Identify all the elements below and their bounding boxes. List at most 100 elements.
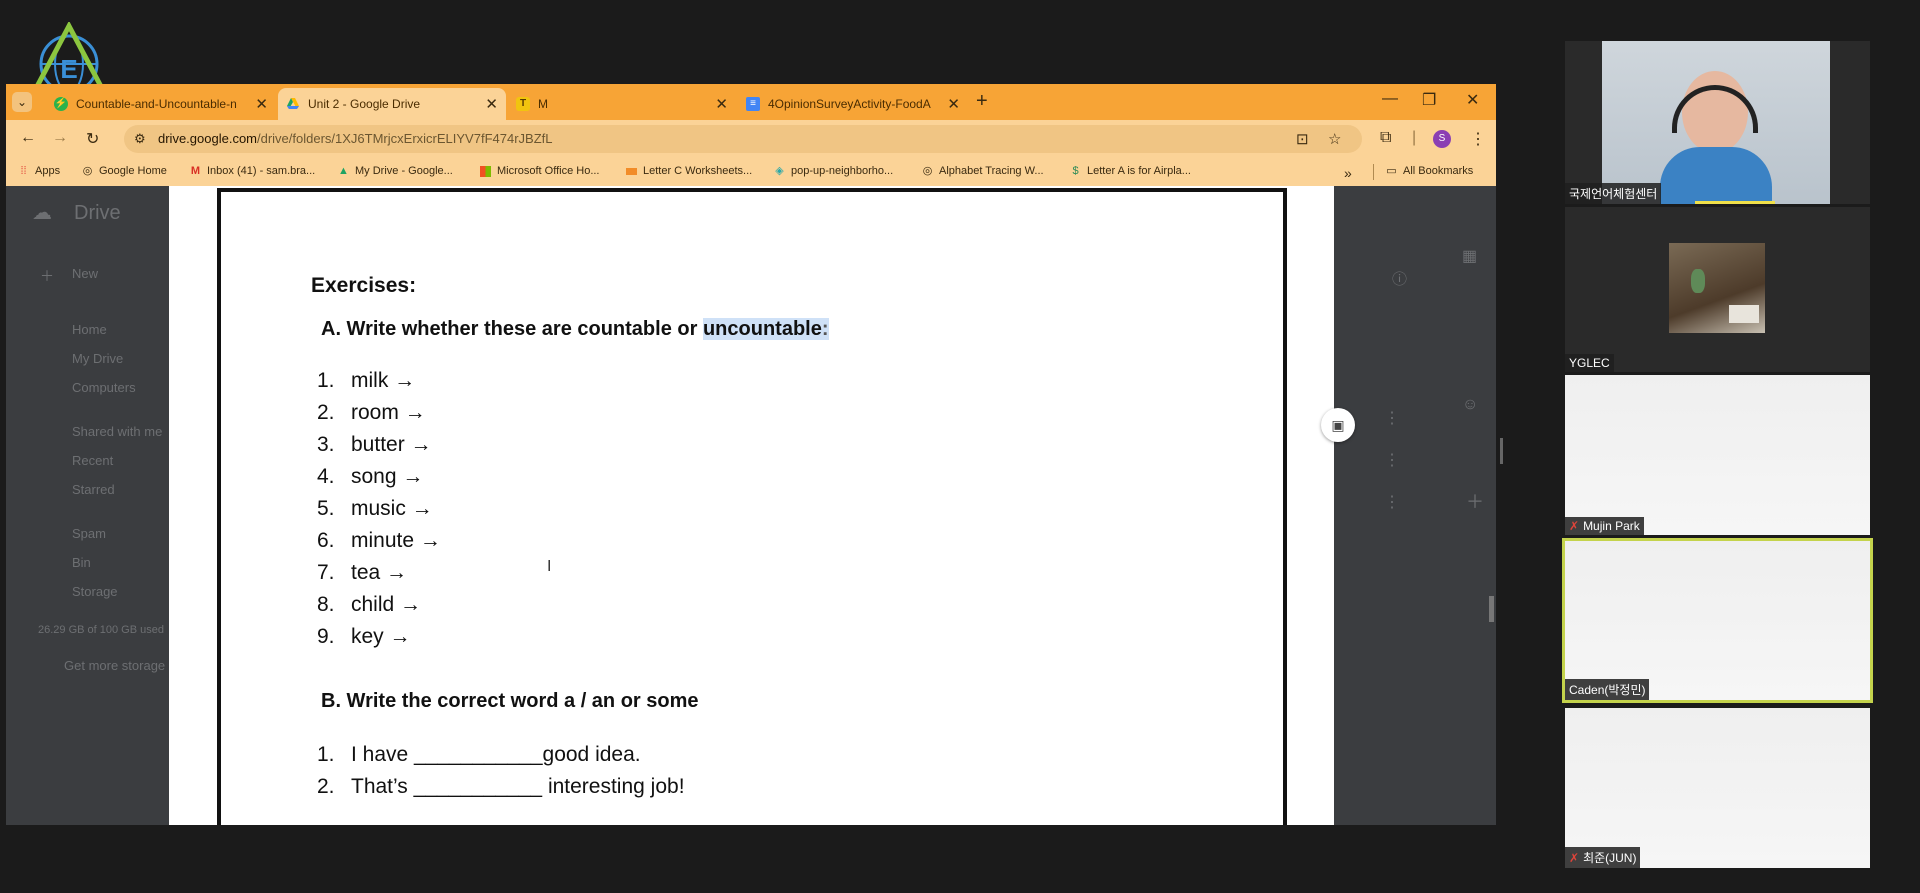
- participant-video: [1602, 41, 1830, 204]
- participant-avatar-image: [1669, 243, 1765, 333]
- add-addon-icon[interactable]: ＋: [1466, 488, 1484, 514]
- sidebar-item-storage[interactable]: Storage: [72, 584, 118, 599]
- muted-mic-icon: ✗: [1569, 519, 1580, 533]
- sidebar-item-my-drive[interactable]: My Drive: [72, 351, 123, 366]
- more-options-icon[interactable]: ⋮: [1384, 492, 1400, 512]
- gmail-icon: M: [190, 164, 201, 177]
- close-icon[interactable]: ✕: [715, 95, 728, 113]
- forward-icon[interactable]: →: [52, 129, 68, 147]
- close-icon[interactable]: ✕: [485, 95, 498, 113]
- sidebar-item-computers[interactable]: Computers: [72, 380, 136, 395]
- page-content: ☁ Drive ＋ New Home My Drive Computers Sh…: [6, 186, 1496, 825]
- bookmark-letter-a[interactable]: $ Letter A is for Airpla...: [1070, 165, 1191, 177]
- list-item: 7. tea →: [317, 561, 408, 584]
- participant-name: Caden(박정민): [1565, 679, 1650, 700]
- toolbar-divider: |: [1412, 129, 1417, 146]
- tab-opinion-survey[interactable]: ≡ 4OpinionSurveyActivity-FoodA ✕: [738, 88, 968, 120]
- bookmark-my-drive[interactable]: ▲ My Drive - Google...: [338, 165, 453, 177]
- contacts-icon[interactable]: ☺: [1462, 396, 1478, 414]
- globe-icon: ◎: [82, 164, 93, 177]
- restore-icon[interactable]: ❐: [1422, 90, 1436, 110]
- bookmarks-divider: [1373, 164, 1374, 180]
- svg-text:E: E: [60, 54, 77, 84]
- tab-label: 4OpinionSurveyActivity-FoodA: [768, 97, 931, 111]
- bookmark-pop-up[interactable]: ◈ pop-up-neighborho...: [774, 165, 893, 177]
- add-comment-button[interactable]: ▣: [1321, 408, 1355, 442]
- browser-window: ⌄ ⚡ Countable-and-Uncountable-n ✕ Unit 2…: [6, 84, 1496, 825]
- more-options-icon[interactable]: ⋮: [1384, 450, 1400, 470]
- section-a-title: A. Write whether these are countable or …: [321, 318, 829, 340]
- list-item: 9. key →: [317, 625, 411, 648]
- muted-mic-icon: ✗: [1569, 851, 1580, 865]
- list-item: 4. song →: [317, 465, 424, 488]
- bookmark-microsoft-office[interactable]: Microsoft Office Ho...: [480, 165, 600, 177]
- minimize-icon[interactable]: —: [1382, 90, 1398, 108]
- google-drive-icon: ▲: [338, 164, 349, 177]
- google-docs-icon: ≡: [746, 97, 760, 111]
- text-cursor-icon: I: [547, 558, 552, 575]
- all-bookmarks[interactable]: ▭ All Bookmarks: [1386, 165, 1473, 177]
- extensions-icon[interactable]: ⧉: [1380, 129, 1391, 147]
- tab-google-drive[interactable]: Unit 2 - Google Drive ✕: [278, 88, 506, 120]
- speaking-indicator: [1695, 201, 1775, 204]
- profile-avatar[interactable]: S: [1433, 130, 1451, 148]
- participant-tile[interactable]: 국제언어체험센터: [1565, 41, 1870, 204]
- section-b-title: B. Write the correct word a / an or some: [321, 690, 699, 712]
- close-icon[interactable]: ✕: [255, 95, 268, 113]
- panel-resize-handle[interactable]: [1500, 438, 1503, 464]
- list-item: 1. I have ___________good idea.: [317, 743, 641, 766]
- scrollbar-thumb[interactable]: [1489, 596, 1494, 622]
- sidebar-item-starred[interactable]: Starred: [72, 482, 115, 497]
- participant-video-blurred: [1565, 708, 1870, 868]
- storage-usage: 26.29 GB of 100 GB used: [38, 624, 164, 636]
- bookmark-apps[interactable]: ⁞⁞ Apps: [18, 165, 60, 177]
- bookmark-letter-c[interactable]: Letter C Worksheets...: [626, 165, 752, 177]
- tab-countable[interactable]: ⚡ Countable-and-Uncountable-n ✕: [46, 88, 276, 120]
- bookmark-star-icon[interactable]: ☆: [1328, 130, 1341, 148]
- close-window-icon[interactable]: ✕: [1466, 90, 1479, 110]
- globe-icon: ◎: [922, 164, 933, 177]
- participant-tile[interactable]: ✗ 최준(JUN): [1565, 708, 1870, 868]
- calendar-icon[interactable]: ▦: [1462, 246, 1477, 266]
- site-info-icon[interactable]: ⚙: [134, 131, 146, 147]
- reload-icon[interactable]: ↻: [86, 129, 99, 149]
- info-icon[interactable]: ⓘ: [1392, 268, 1407, 289]
- microsoft-icon: [480, 165, 491, 177]
- money-icon: $: [1072, 164, 1079, 177]
- tab-search-button[interactable]: ⌄: [12, 92, 32, 112]
- exercises-heading: Exercises:: [311, 274, 417, 297]
- sidebar-item-shared[interactable]: Shared with me: [72, 424, 162, 439]
- bookmark-alphabet-tracing[interactable]: ◎ Alphabet Tracing W...: [922, 165, 1044, 177]
- sidebar-item-home[interactable]: Home: [72, 322, 107, 337]
- yellow-t-icon: T: [516, 97, 530, 111]
- participant-tile-active[interactable]: Caden(박정민): [1562, 538, 1873, 703]
- menu-kebab-icon[interactable]: ⋮: [1470, 129, 1486, 149]
- participant-name: 국제언어체험센터: [1565, 183, 1662, 204]
- list-item: 5. music →: [317, 497, 433, 520]
- orange-bookmark-icon: [626, 167, 637, 175]
- new-button[interactable]: New: [72, 266, 98, 281]
- list-item: 3. butter →: [317, 433, 432, 456]
- address-bar[interactable]: ⚙ drive.google.com/drive/folders/1XJ6TMr…: [124, 125, 1362, 153]
- more-options-icon[interactable]: ⋮: [1384, 408, 1400, 428]
- url-text: drive.google.com/drive/folders/1XJ6TMrjc…: [158, 131, 553, 146]
- participant-tile[interactable]: ✗ Mujin Park: [1565, 375, 1870, 535]
- participant-tile[interactable]: YGLEC: [1565, 207, 1870, 372]
- bookmark-google-home[interactable]: ◎ Google Home: [82, 165, 167, 177]
- close-icon[interactable]: ✕: [947, 95, 960, 113]
- bookmark-inbox[interactable]: M Inbox (41) - sam.bra...: [190, 165, 315, 177]
- participant-video-blurred: [1565, 541, 1870, 700]
- new-tab-button[interactable]: +: [976, 90, 988, 113]
- sidebar-item-recent[interactable]: Recent: [72, 453, 113, 468]
- more-bookmarks-icon[interactable]: »: [1344, 165, 1352, 181]
- tab-label: Countable-and-Uncountable-n: [76, 97, 237, 111]
- list-item: 1. milk →: [317, 369, 416, 392]
- sidebar-item-spam[interactable]: Spam: [72, 526, 106, 541]
- sidebar-item-bin[interactable]: Bin: [72, 555, 91, 570]
- install-app-icon[interactable]: ⊡: [1296, 130, 1309, 148]
- tab-m[interactable]: T M ✕: [508, 88, 736, 120]
- drive-logo-icon: ☁: [32, 202, 52, 224]
- back-icon[interactable]: ←: [20, 129, 36, 147]
- get-more-storage-button[interactable]: Get more storage: [64, 658, 165, 673]
- tag-icon: ◈: [775, 164, 784, 177]
